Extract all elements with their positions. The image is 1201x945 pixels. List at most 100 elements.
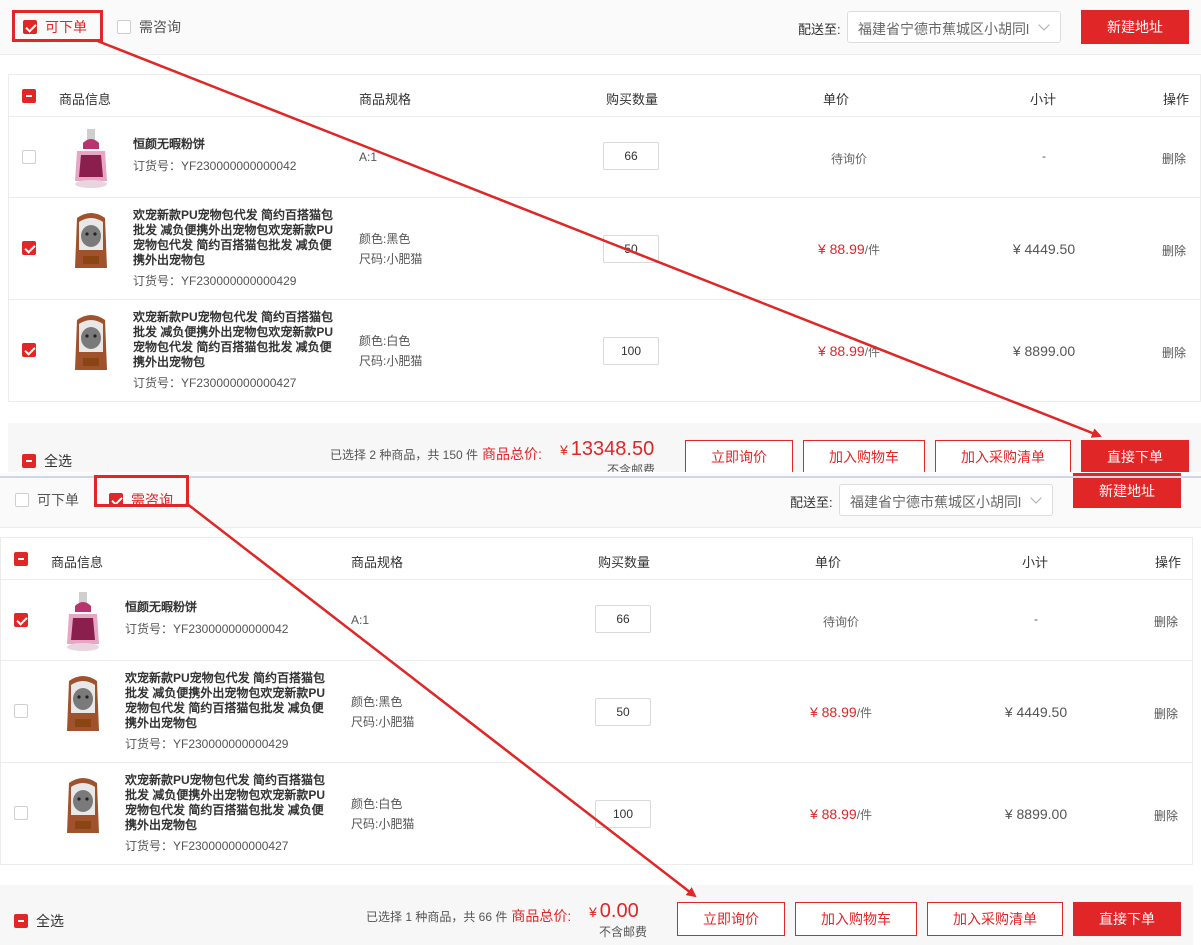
row-checkbox[interactable] <box>22 343 36 357</box>
header-ops: 操作 <box>1163 92 1190 107</box>
product-spec: 颜色:黑色 尺码:小肥猫 <box>351 695 415 729</box>
cart-panel-orderable: 可下单 需咨询 配送至: 福建省宁德市蕉城区小胡同l 新建地址 商品信息 商品规… <box>0 0 1201 472</box>
add-to-purchase-list-button[interactable]: 加入采购清单 <box>935 440 1071 472</box>
checkbox-icon[interactable] <box>117 20 131 34</box>
product-name[interactable]: 恒颜无暇粉饼 <box>133 137 343 152</box>
header-price: 单价 <box>823 92 850 107</box>
inquire-button[interactable]: 立即询价 <box>685 440 793 472</box>
select-all[interactable]: 全选 <box>14 911 64 931</box>
order-now-button[interactable]: 直接下单 <box>1073 902 1181 936</box>
shipping-note: 不含邮费 <box>598 925 647 939</box>
header-ops: 操作 <box>1155 555 1182 570</box>
product-spec: 颜色:黑色 尺码:小肥猫 <box>359 232 423 266</box>
quantity-input[interactable]: 100 <box>603 337 659 365</box>
add-to-cart-button[interactable]: 加入购物车 <box>795 902 917 936</box>
select-all-checkbox[interactable] <box>14 914 28 928</box>
cart-panel-inquiry: 可下单 需咨询 配送至: 福建省宁德市蕉城区小胡同l 新建地址 商品信息 商品规… <box>0 473 1201 945</box>
order-now-button[interactable]: 直接下单 <box>1081 440 1189 472</box>
product-spec: A:1 <box>359 150 378 164</box>
table-row: 恒颜无暇粉饼 订货号：YF230000000000042 A:1 66 待询价 … <box>9 117 1200 198</box>
new-address-button[interactable]: 新建地址 <box>1081 10 1189 44</box>
unit-price: ¥ 88.99/件 <box>817 343 881 359</box>
cart-footer: 全选 已选择 1 种商品，共 66 件商品总价: ¥0.00 不含邮费 立即询价… <box>0 885 1193 945</box>
row-checkbox[interactable] <box>22 241 36 255</box>
unit-price: 待询价 <box>830 152 867 166</box>
total-amount: ¥0.00 <box>589 900 639 922</box>
product-name[interactable]: 欢宠新款PU宠物包代发 简约百搭猫包批发 减负便携外出宠物包欢宠新款PU宠物包代… <box>133 208 343 268</box>
selection-summary: 已选择 2 种商品，共 150 件商品总价: <box>330 446 542 462</box>
delete-link[interactable]: 删除 <box>1154 613 1178 630</box>
select-all-header-checkbox[interactable] <box>14 552 28 566</box>
product-sku: 订货号：YF230000000000427 <box>133 376 297 390</box>
filter-inquiry[interactable]: 需咨询 <box>117 16 181 38</box>
row-subtotal: - <box>1042 149 1046 163</box>
delete-link[interactable]: 删除 <box>1154 807 1178 824</box>
product-sku: 订货号：YF230000000000429 <box>133 274 297 288</box>
checkbox-icon[interactable] <box>15 493 29 507</box>
address-select[interactable]: 福建省宁德市蕉城区小胡同l <box>847 11 1061 43</box>
product-name[interactable]: 欢宠新款PU宠物包代发 简约百搭猫包批发 减负便携外出宠物包欢宠新款PU宠物包代… <box>125 773 335 833</box>
total-amount: ¥13348.50 <box>560 438 655 460</box>
unit-price: 待询价 <box>822 615 859 629</box>
inquire-button[interactable]: 立即询价 <box>677 902 785 936</box>
table-row: 欢宠新款PU宠物包代发 简约百搭猫包批发 减负便携外出宠物包欢宠新款PU宠物包代… <box>9 198 1200 300</box>
quantity-input[interactable]: 50 <box>603 235 659 263</box>
product-sku: 订货号：YF230000000000042 <box>125 622 289 636</box>
select-all-checkbox[interactable] <box>22 454 36 468</box>
table-row: 欢宠新款PU宠物包代发 简约百搭猫包批发 减负便携外出宠物包欢宠新款PU宠物包代… <box>1 661 1192 763</box>
quantity-input[interactable]: 100 <box>595 800 651 828</box>
product-name[interactable]: 欢宠新款PU宠物包代发 简约百搭猫包批发 减负便携外出宠物包欢宠新款PU宠物包代… <box>133 310 343 370</box>
row-checkbox[interactable] <box>14 806 28 820</box>
quantity-input[interactable]: 66 <box>595 605 651 633</box>
table-row: 欢宠新款PU宠物包代发 简约百搭猫包批发 减负便携外出宠物包欢宠新款PU宠物包代… <box>9 300 1200 402</box>
header-qty: 购买数量 <box>598 555 651 570</box>
cart-table: 商品信息 商品规格 购买数量 单价 小计 操作 恒颜无暇粉饼 订货号：YF230… <box>8 74 1201 402</box>
product-name[interactable]: 恒颜无暇粉饼 <box>125 600 335 615</box>
delete-link[interactable]: 删除 <box>1162 150 1186 167</box>
quantity-input[interactable]: 66 <box>603 142 659 170</box>
header-price: 单价 <box>815 555 842 570</box>
table-row: 恒颜无暇粉饼 订货号：YF230000000000042 A:1 66 待询价 … <box>1 580 1192 661</box>
row-subtotal: ¥ 4449.50 <box>1004 704 1068 720</box>
address-select[interactable]: 福建省宁德市蕉城区小胡同l <box>839 484 1053 516</box>
product-spec: 颜色:白色 尺码:小肥猫 <box>351 797 415 831</box>
delete-link[interactable]: 删除 <box>1162 344 1186 361</box>
product-sku: 订货号：YF230000000000042 <box>133 159 297 173</box>
product-sku: 订货号：YF230000000000429 <box>125 737 289 751</box>
unit-price: ¥ 88.99/件 <box>809 806 873 822</box>
delete-link[interactable]: 删除 <box>1154 705 1178 722</box>
filter-orderable[interactable]: 可下单 <box>15 489 79 511</box>
chevron-down-icon <box>1030 492 1042 504</box>
header-info: 商品信息 <box>51 555 104 570</box>
product-name[interactable]: 欢宠新款PU宠物包代发 简约百搭猫包批发 减负便携外出宠物包欢宠新款PU宠物包代… <box>125 671 335 731</box>
row-subtotal: ¥ 4449.50 <box>1012 241 1076 257</box>
ship-to-label: 配送至: <box>790 495 833 510</box>
annotation-highlight-box <box>94 475 189 507</box>
annotation-highlight-box <box>12 10 103 42</box>
row-checkbox[interactable] <box>14 613 28 627</box>
unit-price: ¥ 88.99/件 <box>809 704 873 720</box>
select-all[interactable]: 全选 <box>22 451 72 471</box>
select-all-header-checkbox[interactable] <box>22 89 36 103</box>
cart-footer: 全选 已选择 2 种商品，共 150 件商品总价: ¥13348.50 不含邮费… <box>8 423 1201 472</box>
delete-link[interactable]: 删除 <box>1162 242 1186 259</box>
header-subtotal: 小计 <box>1022 555 1049 570</box>
perfume-bottle-image <box>75 129 107 188</box>
header-subtotal: 小计 <box>1030 92 1057 107</box>
row-checkbox[interactable] <box>22 150 36 164</box>
table-header: 商品信息 商品规格 购买数量 单价 小计 操作 <box>1 538 1192 580</box>
pet-backpack-image <box>75 213 107 268</box>
row-checkbox[interactable] <box>14 704 28 718</box>
product-spec: 颜色:白色 尺码:小肥猫 <box>359 334 423 368</box>
new-address-button[interactable]: 新建地址 <box>1073 473 1181 508</box>
quantity-input[interactable]: 50 <box>595 698 651 726</box>
shipping-note: 不含邮费 <box>606 463 655 472</box>
ship-to-label: 配送至: <box>798 22 841 37</box>
header-qty: 购买数量 <box>606 92 659 107</box>
pet-backpack-image <box>75 315 107 370</box>
unit-price: ¥ 88.99/件 <box>817 241 881 257</box>
perfume-bottle-image <box>67 592 99 651</box>
add-to-cart-button[interactable]: 加入购物车 <box>803 440 925 472</box>
add-to-purchase-list-button[interactable]: 加入采购清单 <box>927 902 1063 936</box>
product-sku: 订货号：YF230000000000427 <box>125 839 289 853</box>
